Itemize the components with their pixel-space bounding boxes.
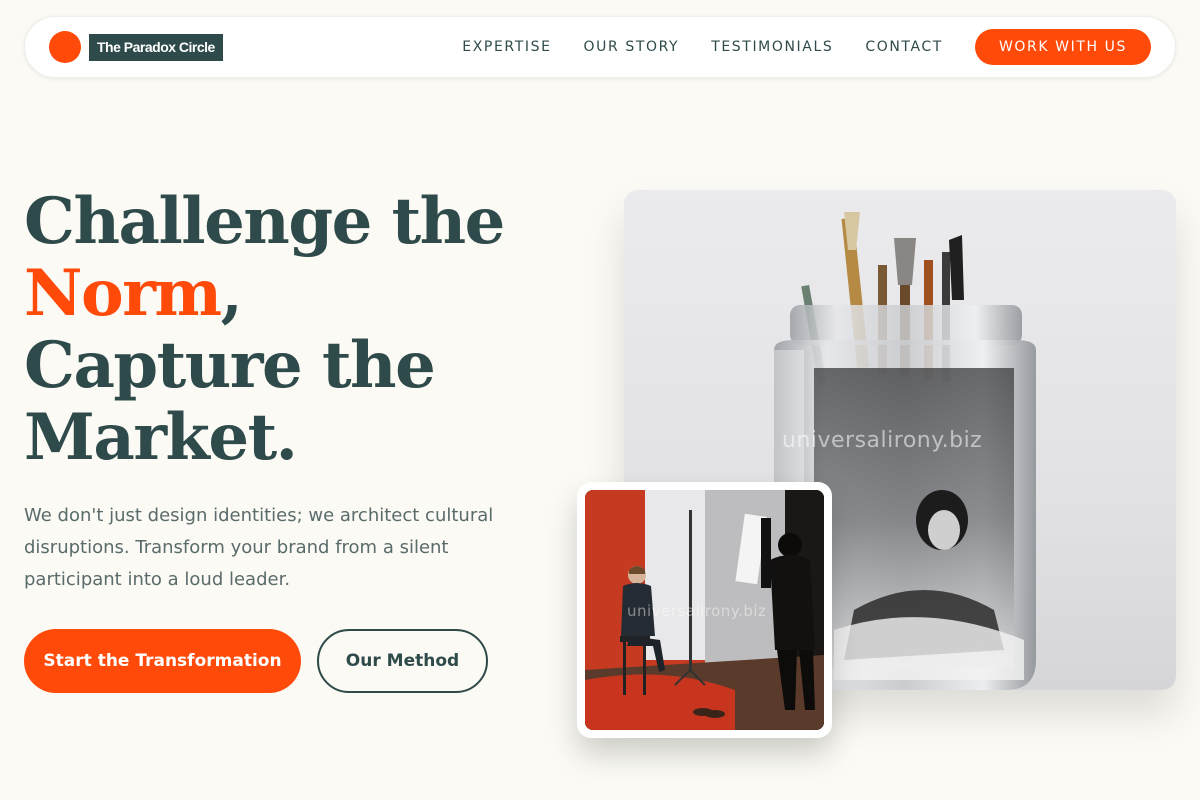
headline-line-4: Market. xyxy=(24,400,298,475)
start-transformation-button[interactable]: Start the Transformation xyxy=(24,629,301,693)
nav-link-expertise[interactable]: EXPERTISE xyxy=(462,39,551,55)
logo-circle-icon[interactable] xyxy=(49,31,81,63)
studio-photo-card: universalirony.biz xyxy=(577,482,832,738)
studio-photo: universalirony.biz xyxy=(585,490,824,730)
top-navbar: The Paradox Circle EXPERTISE OUR STORY T… xyxy=(24,16,1176,78)
nav-link-our-story[interactable]: OUR STORY xyxy=(584,39,680,55)
brand-logo[interactable]: The Paradox Circle xyxy=(89,33,223,61)
our-method-button[interactable]: Our Method xyxy=(317,629,488,693)
hero-subtext: We don't just design identities; we arch… xyxy=(24,505,494,590)
card-image-watermark: universalirony.biz xyxy=(627,602,767,620)
headline-comma: , xyxy=(220,256,243,331)
headline-accent-word: Norm xyxy=(24,256,222,331)
hero-headline: Challenge the Norm, Capture the Market. xyxy=(24,186,584,474)
headline-line-3: Capture the xyxy=(24,328,436,403)
main-image-watermark: universalirony.biz xyxy=(782,428,983,453)
work-with-us-button[interactable]: WORK WITH US xyxy=(974,29,1151,65)
nav-link-testimonials[interactable]: TESTIMONIALS xyxy=(711,39,833,55)
nav-link-contact[interactable]: CONTACT xyxy=(865,39,943,55)
nav-links: EXPERTISE OUR STORY TESTIMONIALS CONTACT xyxy=(462,39,943,55)
headline-line-1: Challenge the xyxy=(24,184,505,259)
